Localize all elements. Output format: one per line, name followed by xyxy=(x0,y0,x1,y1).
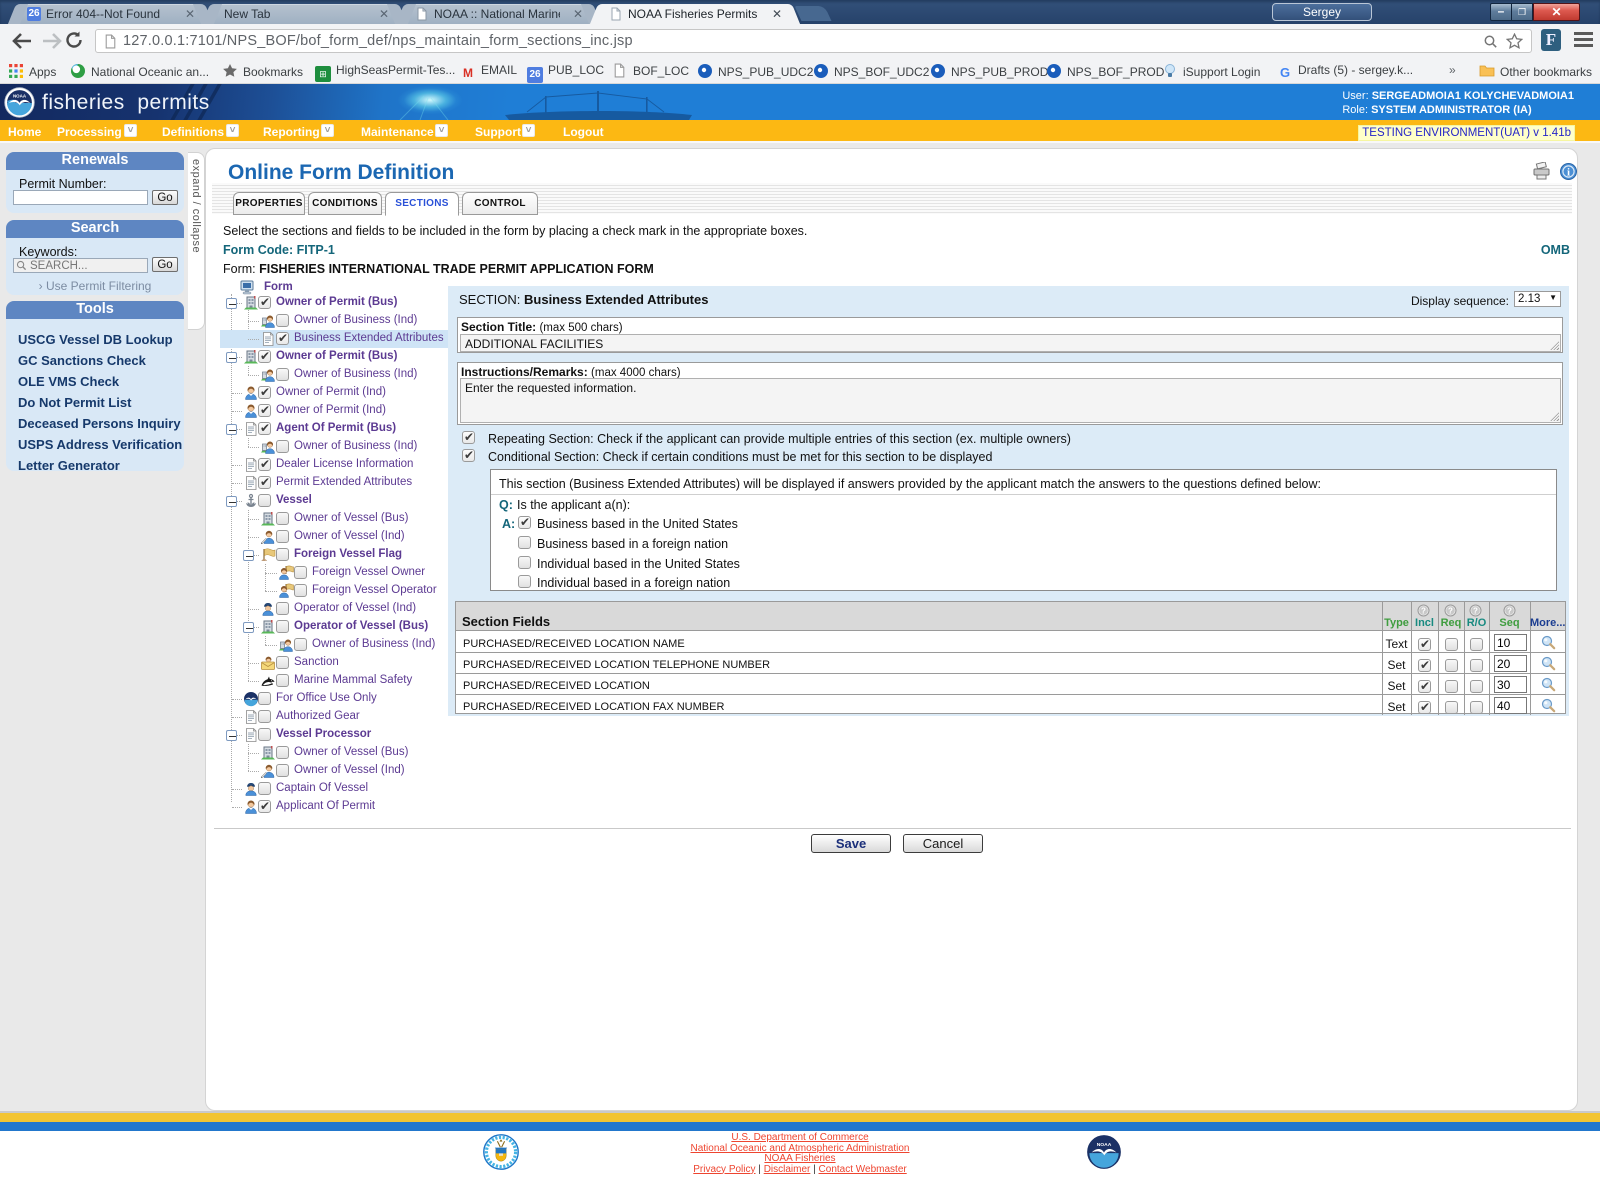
svg-text:NOAA: NOAA xyxy=(1097,1142,1112,1148)
svg-text:i: i xyxy=(1567,167,1570,179)
svg-text:NOAA: NOAA xyxy=(13,94,27,99)
